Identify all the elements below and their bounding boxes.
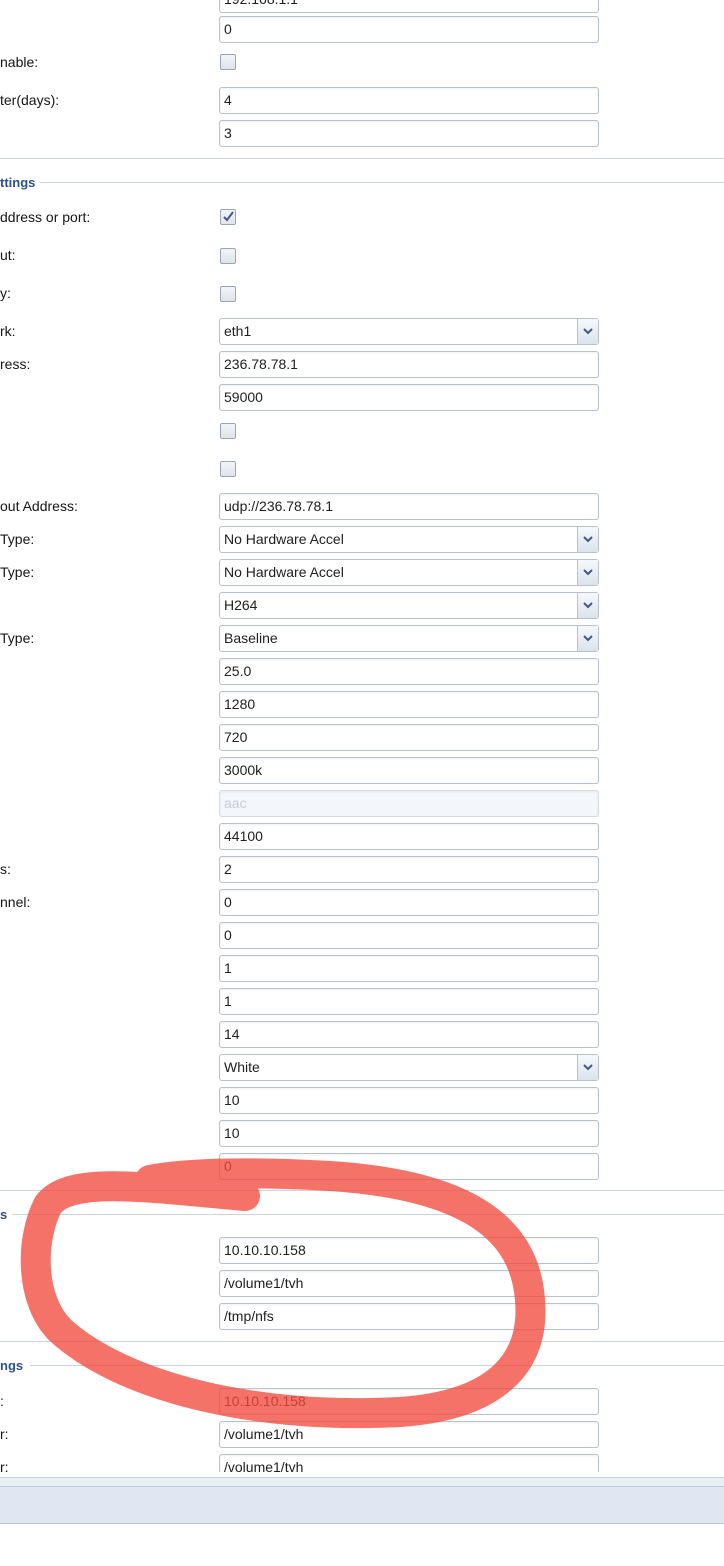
ut-checkbox[interactable] <box>220 248 236 264</box>
chevron-down-icon[interactable] <box>577 1055 598 1080</box>
server-label: : <box>0 1393 4 1409</box>
section-title-nfs: s <box>0 1207 8 1222</box>
field-1a[interactable]: 1 <box>219 955 599 982</box>
option-checkbox-2[interactable] <box>220 461 236 477</box>
color-value: White <box>224 1059 260 1075</box>
nfs-mount-field[interactable]: /tmp/nfs <box>219 1303 599 1330</box>
folder2-field[interactable]: /volume1/tvh <box>219 1421 599 1448</box>
channel-field[interactable]: 0 <box>219 889 599 916</box>
folder3-field[interactable]: /volume1/tvh <box>219 1454 599 1472</box>
bottom-toolbar <box>0 1486 724 1524</box>
field-3[interactable]: 3 <box>219 120 599 147</box>
height-field[interactable]: 720 <box>219 724 599 751</box>
codec-value: H264 <box>224 597 258 613</box>
field-1b[interactable]: 1 <box>219 988 599 1015</box>
section-title-line <box>30 1365 724 1366</box>
address-label: ress: <box>0 356 31 372</box>
field-10b[interactable]: 10 <box>219 1120 599 1147</box>
codec-select[interactable]: H264 <box>219 592 599 619</box>
channels-field[interactable]: 2 <box>219 856 599 883</box>
bitrate-field[interactable]: 3000k <box>219 757 599 784</box>
field-10a[interactable]: 10 <box>219 1087 599 1114</box>
scroll-edge <box>0 1477 724 1486</box>
chevron-down-icon[interactable] <box>577 593 598 618</box>
decoder-type-value: No Hardware Accel <box>224 531 344 547</box>
decoder-type-select[interactable]: No Hardware Accel <box>219 526 599 553</box>
chevron-down-icon[interactable] <box>577 319 598 344</box>
profile-type-label: Type: <box>0 630 35 646</box>
sample-rate-field[interactable]: 44100 <box>219 823 599 850</box>
nfs-server-field[interactable]: 10.10.10.158 <box>219 1237 599 1264</box>
y-label: y: <box>0 285 11 301</box>
field-0c[interactable]: 0 <box>219 1153 599 1180</box>
section-title-settings: ttings <box>0 175 36 190</box>
profile-value: Baseline <box>224 630 278 646</box>
folder-label-2: r: <box>0 1459 9 1472</box>
address-port-checkbox[interactable] <box>220 209 236 225</box>
section-divider <box>0 158 724 159</box>
folder-label: r: <box>0 1426 9 1442</box>
top-partial-field[interactable]: 192.168.1.1 <box>219 0 599 13</box>
chevron-down-icon[interactable] <box>577 626 598 651</box>
field-0b[interactable]: 0 <box>219 922 599 949</box>
audio-codec-field: aac <box>219 790 599 817</box>
section-title-line <box>12 1214 724 1215</box>
address-field[interactable]: 236.78.78.1 <box>219 351 599 378</box>
settings-form: 192.168.1.1 0 nable: ter(days): 4 3 ttin… <box>0 0 724 1472</box>
field-0[interactable]: 0 <box>219 16 599 43</box>
days-field[interactable]: 4 <box>219 87 599 114</box>
network-select[interactable]: eth1 <box>219 318 599 345</box>
output-address-field[interactable]: udp://236.78.78.1 <box>219 493 599 520</box>
encoder-type-value: No Hardware Accel <box>224 564 344 580</box>
network-select-value: eth1 <box>224 323 252 339</box>
encoder-type-label: Type: <box>0 564 35 580</box>
address-port-label: ddress or port: <box>0 209 91 225</box>
option-checkbox-1[interactable] <box>220 423 236 439</box>
ut-label: ut: <box>0 247 16 263</box>
days-label: ter(days): <box>0 92 60 108</box>
nfs-folder-field[interactable]: /volume1/tvh <box>219 1270 599 1297</box>
output-address-label: out Address: <box>0 498 78 514</box>
framerate-field[interactable]: 25.0 <box>219 658 599 685</box>
channels-label: s: <box>0 861 11 877</box>
chevron-down-icon[interactable] <box>577 527 598 552</box>
server2-field[interactable]: 10.10.10.158 <box>219 1388 599 1415</box>
section-divider <box>0 1190 724 1191</box>
decoder-type-label: Type: <box>0 531 35 547</box>
enable-label: nable: <box>0 54 39 70</box>
profile-select[interactable]: Baseline <box>219 625 599 652</box>
y-checkbox[interactable] <box>220 286 236 302</box>
font-size-field[interactable]: 14 <box>219 1021 599 1048</box>
network-label: rk: <box>0 323 16 339</box>
section-title-settings-2: ngs <box>0 1358 24 1373</box>
color-select[interactable]: White <box>219 1054 599 1081</box>
port-field[interactable]: 59000 <box>219 384 599 411</box>
section-title-line <box>40 182 724 183</box>
width-field[interactable]: 1280 <box>219 691 599 718</box>
enable-checkbox[interactable] <box>220 54 236 70</box>
channel-label: nnel: <box>0 894 31 910</box>
section-divider <box>0 1341 724 1342</box>
chevron-down-icon[interactable] <box>577 560 598 585</box>
encoder-type-select[interactable]: No Hardware Accel <box>219 559 599 586</box>
checkmark-icon <box>223 211 234 222</box>
